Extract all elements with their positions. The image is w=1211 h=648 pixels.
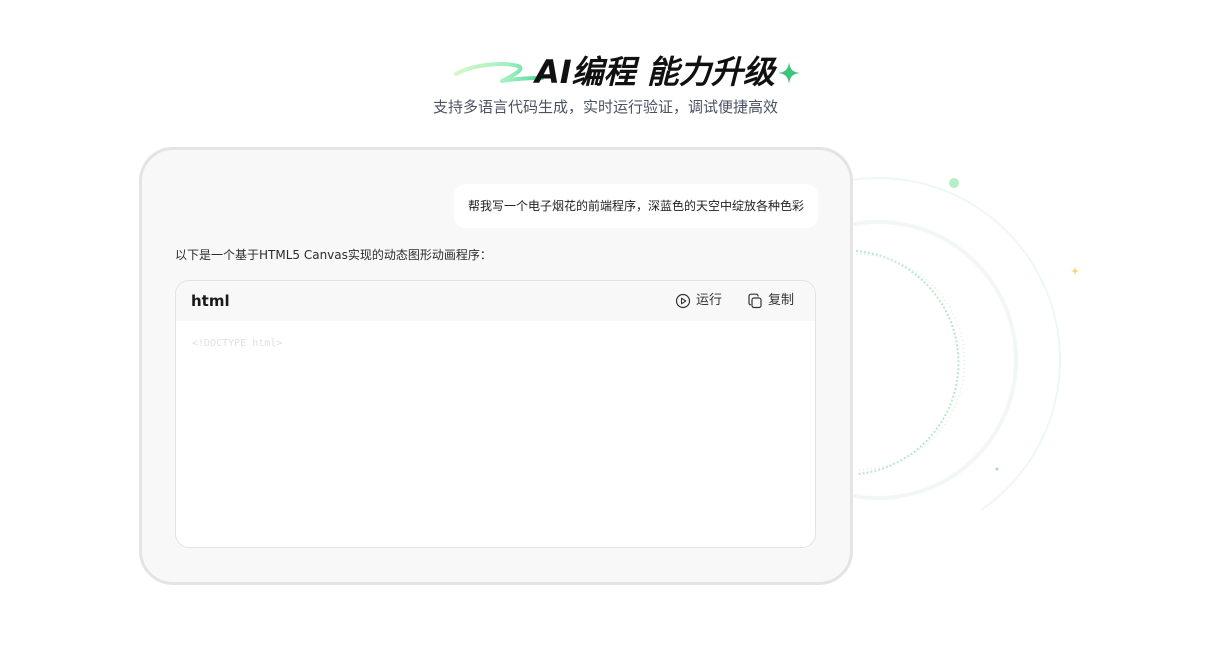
- copy-icon: [748, 293, 762, 309]
- code-block-header: html 运行 复制: [176, 281, 815, 321]
- user-message: 帮我写一个电子烟花的前端程序，深蓝色的天空中绽放各种色彩: [453, 184, 818, 228]
- swoosh-decoration-icon: [454, 62, 544, 83]
- code-language-label: html: [191, 292, 230, 310]
- page-subtitle: 支持多语言代码生成，实时运行验证，调试便捷高效: [432, 98, 778, 116]
- play-circle-icon: [675, 293, 691, 309]
- run-button-label: 运行: [696, 293, 723, 308]
- run-button[interactable]: 运行: [675, 290, 722, 312]
- page: AI编程 能力升级 支持多语言代码生成，实时运行验证，调试便捷高效 帮我写一个电…: [0, 0, 1211, 648]
- page-title: AI编程 能力升级: [535, 53, 775, 91]
- copy-button-label: 复制: [768, 293, 795, 308]
- hero-header: AI编程 能力升级: [0, 50, 1211, 94]
- chat-card: 帮我写一个电子烟花的前端程序，深蓝色的天空中绽放各种色彩 以下是一个基于HTML…: [139, 147, 853, 585]
- sparkle-star-icon: [778, 62, 800, 84]
- code-content[interactable]: <!DOCTYPE html>: [192, 337, 282, 351]
- assistant-message: 以下是一个基于HTML5 Canvas实现的动态图形动画程序：: [175, 248, 492, 262]
- copy-button[interactable]: 复制: [747, 290, 794, 312]
- code-block: html 运行 复制 <!DOCTYPE html>: [175, 280, 816, 548]
